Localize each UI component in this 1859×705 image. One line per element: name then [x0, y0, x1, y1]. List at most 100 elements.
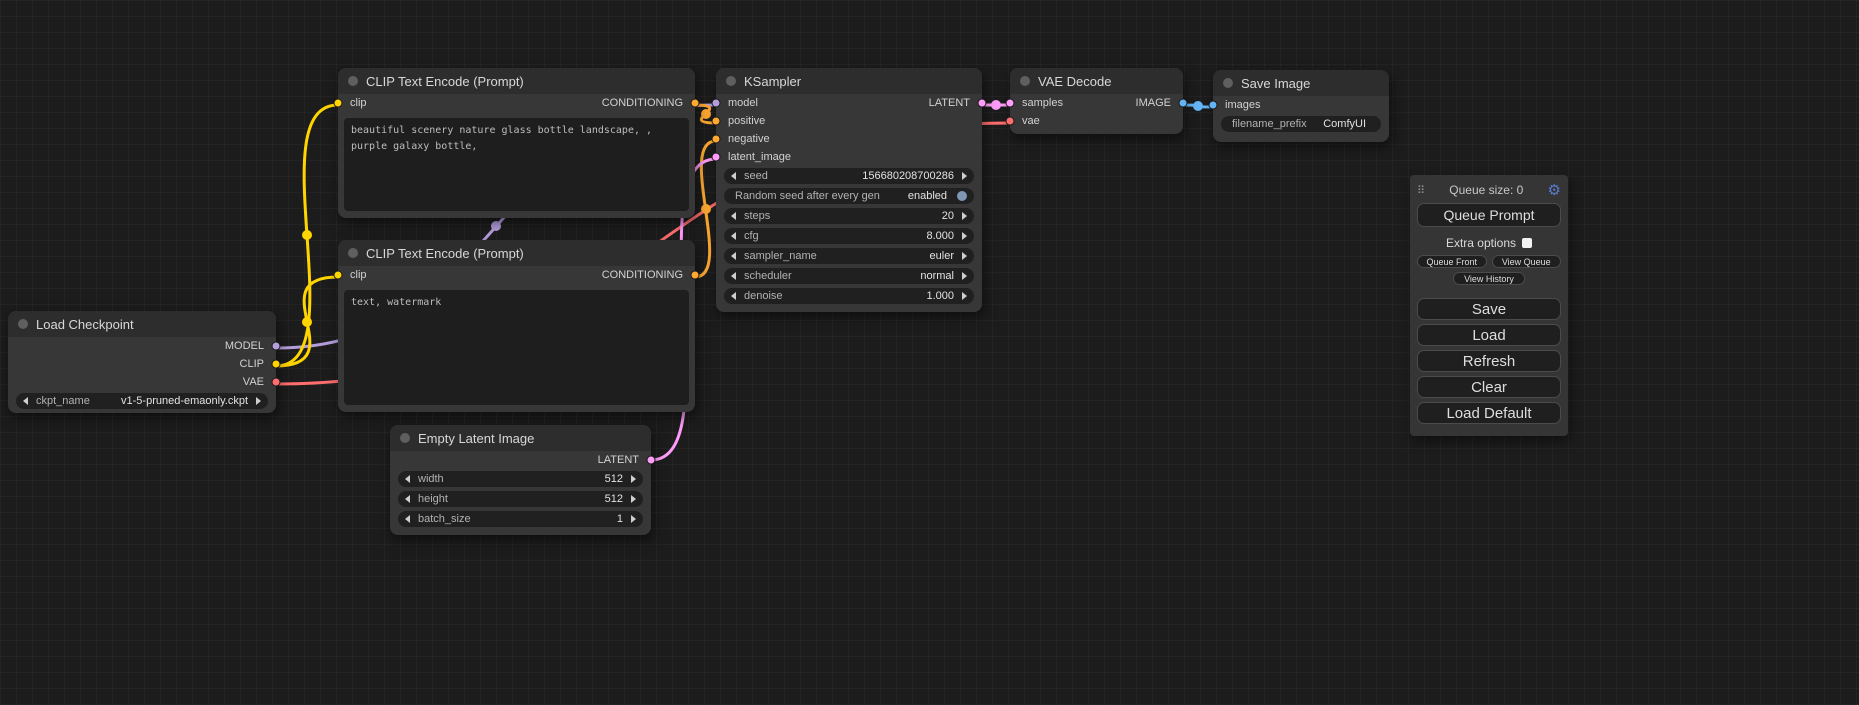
latent-output-dot[interactable] — [647, 456, 656, 465]
widget-value: 1.000 — [926, 288, 954, 304]
widget-random-seed-toggle[interactable]: Random seed after every gen enabled — [724, 188, 974, 204]
node-graph-canvas[interactable]: Load Checkpoint MODEL CLIP VAE ckpt_name… — [0, 0, 1859, 705]
samples-input-dot[interactable] — [1006, 99, 1015, 108]
node-titlebar[interactable]: CLIP Text Encode (Prompt) — [338, 68, 695, 94]
prev-value-icon[interactable] — [405, 515, 410, 523]
node-titlebar[interactable]: Empty Latent Image — [390, 425, 651, 451]
images-input-dot[interactable] — [1209, 101, 1218, 110]
queue-prompt-button[interactable]: Queue Prompt — [1417, 203, 1561, 227]
next-value-icon[interactable] — [631, 475, 636, 483]
prev-value-icon[interactable] — [731, 212, 736, 220]
widget-scheduler[interactable]: scheduler normal — [724, 268, 974, 284]
link-midpoint-dot — [701, 204, 711, 214]
widget-sampler-name[interactable]: sampler_name euler — [724, 248, 974, 264]
queue-small-buttons-row: Queue Front View Queue — [1417, 255, 1561, 268]
prev-value-icon[interactable] — [405, 475, 410, 483]
settings-gear-icon[interactable]: ⚙ — [1548, 183, 1561, 198]
node-titlebar[interactable]: KSampler — [716, 68, 982, 94]
next-value-icon[interactable] — [962, 252, 967, 260]
collapse-dot-icon[interactable] — [726, 76, 736, 86]
widget-ckpt-name[interactable]: ckpt_name v1-5-pruned-emaonly.ckpt — [16, 393, 268, 409]
clear-button[interactable]: Clear — [1417, 376, 1561, 398]
view-queue-button[interactable]: View Queue — [1492, 255, 1562, 268]
collapse-dot-icon[interactable] — [1223, 78, 1233, 88]
latent-output-dot[interactable] — [978, 99, 987, 108]
view-history-button[interactable]: View History — [1453, 272, 1525, 285]
widget-height[interactable]: height 512 — [398, 491, 643, 507]
widget-denoise[interactable]: denoise 1.000 — [724, 288, 974, 304]
positive-input-dot[interactable] — [712, 117, 721, 126]
image-output-dot[interactable] — [1179, 99, 1188, 108]
extra-options-label: Extra options — [1446, 236, 1516, 250]
next-value-icon[interactable] — [962, 272, 967, 280]
next-value-icon[interactable] — [962, 172, 967, 180]
collapse-dot-icon[interactable] — [1020, 76, 1030, 86]
slot-label: negative — [728, 133, 770, 145]
slot-row: positive — [716, 112, 982, 130]
vae-output-dot[interactable] — [272, 378, 281, 387]
drag-handle-icon[interactable]: ⠿ — [1417, 184, 1425, 197]
load-button[interactable]: Load — [1417, 324, 1561, 346]
prev-value-icon[interactable] — [731, 252, 736, 260]
node-title: Save Image — [1241, 76, 1310, 91]
clip-input-dot[interactable] — [334, 271, 343, 280]
node-titlebar[interactable]: VAE Decode — [1010, 68, 1183, 94]
node-titlebar[interactable]: Save Image — [1213, 70, 1389, 96]
slot-label: vae — [1022, 115, 1040, 127]
collapse-dot-icon[interactable] — [18, 319, 28, 329]
widget-width[interactable]: width 512 — [398, 471, 643, 487]
node-ksampler[interactable]: KSampler model LATENT positive negative … — [716, 68, 982, 312]
conditioning-output-dot[interactable] — [691, 271, 700, 280]
next-value-icon[interactable] — [256, 397, 261, 405]
collapse-dot-icon[interactable] — [400, 433, 410, 443]
next-value-icon[interactable] — [631, 515, 636, 523]
node-empty-latent-image[interactable]: Empty Latent Image LATENT width 512 heig… — [390, 425, 651, 535]
model-output-dot[interactable] — [272, 342, 281, 351]
negative-input-dot[interactable] — [712, 135, 721, 144]
queue-panel[interactable]: ⠿ Queue size: 0 ⚙ Queue Prompt Extra opt… — [1410, 175, 1568, 436]
node-save-image[interactable]: Save Image images filename_prefix ComfyU… — [1213, 70, 1389, 142]
node-titlebar[interactable]: Load Checkpoint — [8, 311, 276, 337]
slot-label: images — [1225, 99, 1260, 111]
widget-cfg[interactable]: cfg 8.000 — [724, 228, 974, 244]
node-vae-decode[interactable]: VAE Decode samples IMAGE vae — [1010, 68, 1183, 134]
prev-value-icon[interactable] — [405, 495, 410, 503]
node-clip-text-encode-negative[interactable]: CLIP Text Encode (Prompt) clip CONDITION… — [338, 240, 695, 412]
node-titlebar[interactable]: CLIP Text Encode (Prompt) — [338, 240, 695, 266]
extra-options-checkbox[interactable] — [1522, 238, 1532, 248]
save-button[interactable]: Save — [1417, 298, 1561, 320]
prev-value-icon[interactable] — [731, 272, 736, 280]
vae-input-dot[interactable] — [1006, 117, 1015, 126]
queue-front-button[interactable]: Queue Front — [1417, 255, 1487, 268]
widget-seed[interactable]: seed 156680208700286 — [724, 168, 974, 184]
clip-input-dot[interactable] — [334, 99, 343, 108]
prev-value-icon[interactable] — [23, 397, 28, 405]
collapse-dot-icon[interactable] — [348, 248, 358, 258]
next-value-icon[interactable] — [962, 232, 967, 240]
clip-output-dot[interactable] — [272, 360, 281, 369]
prev-value-icon[interactable] — [731, 172, 736, 180]
prev-value-icon[interactable] — [731, 292, 736, 300]
widget-steps[interactable]: steps 20 — [724, 208, 974, 224]
prompt-text-area[interactable]: beautiful scenery nature glass bottle la… — [344, 118, 689, 211]
node-load-checkpoint[interactable]: Load Checkpoint MODEL CLIP VAE ckpt_name… — [8, 311, 276, 413]
collapse-dot-icon[interactable] — [348, 76, 358, 86]
view-history-row: View History — [1417, 272, 1561, 285]
toggle-dot-icon[interactable] — [957, 191, 967, 201]
load-default-button[interactable]: Load Default — [1417, 402, 1561, 424]
latent-image-input-dot[interactable] — [712, 153, 721, 162]
next-value-icon[interactable] — [962, 212, 967, 220]
slot-label: CONDITIONING — [602, 269, 683, 281]
refresh-button[interactable]: Refresh — [1417, 350, 1561, 372]
widget-filename-prefix[interactable]: filename_prefix ComfyUI — [1221, 116, 1381, 132]
model-input-dot[interactable] — [712, 99, 721, 108]
link-midpoint-dot — [701, 109, 711, 119]
next-value-icon[interactable] — [631, 495, 636, 503]
prev-value-icon[interactable] — [731, 232, 736, 240]
widget-name: steps — [744, 208, 770, 224]
node-clip-text-encode-positive[interactable]: CLIP Text Encode (Prompt) clip CONDITION… — [338, 68, 695, 218]
next-value-icon[interactable] — [962, 292, 967, 300]
prompt-text-area[interactable]: text, watermark — [344, 290, 689, 405]
widget-batch-size[interactable]: batch_size 1 — [398, 511, 643, 527]
conditioning-output-dot[interactable] — [691, 99, 700, 108]
